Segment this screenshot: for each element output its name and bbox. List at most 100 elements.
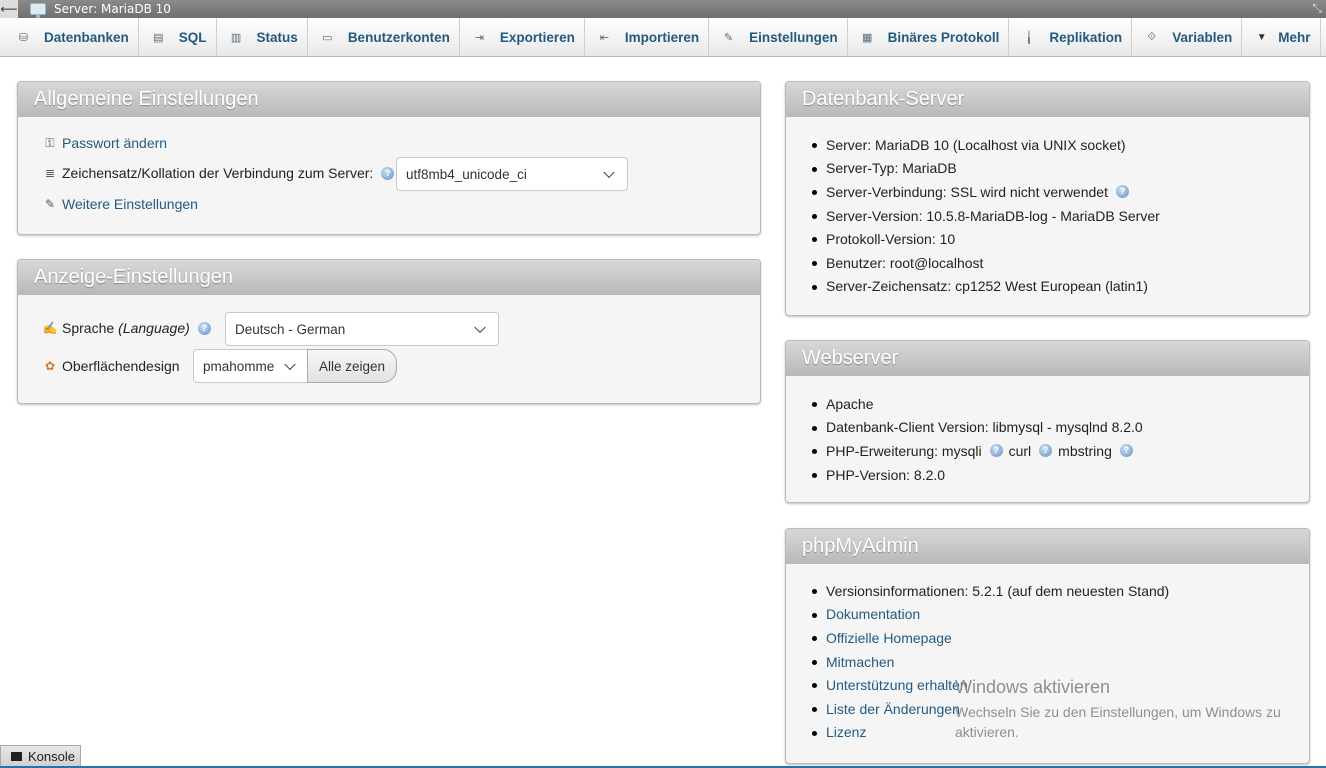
tab-label: Exportieren <box>499 29 575 45</box>
back-arrow-icon[interactable]: ⟵ <box>0 0 18 18</box>
tab-label: Benutzerkonten <box>347 29 450 45</box>
support-link[interactable]: Unterstützung erhalten <box>826 677 968 693</box>
tab-label: Replikation <box>1049 29 1123 45</box>
tab-label: Mehr <box>1278 29 1311 45</box>
list-item: Protokoll-Version: 10 <box>802 227 1302 251</box>
tab-mehr[interactable]: ▼ Mehr <box>1242 18 1321 56</box>
tab-binaeres-protokoll[interactable]: ▦ Binäres Protokoll <box>848 18 1010 56</box>
theme-value: pmahomme <box>203 358 275 374</box>
database-icon: ⛁ <box>18 31 29 44</box>
main-menu: ⛁ Datenbanken ▤ SQL ▥ Status ▭ Benutzerkonte… <box>0 18 1326 57</box>
import-icon: ⇤ <box>599 31 609 44</box>
server-version: Server-Version: 10.5.8-MariaDB-log - Mar… <box>826 207 1160 224</box>
documentation-link[interactable]: Dokumentation <box>826 606 920 622</box>
server-connection: Server-Verbindung: SSL wird nicht verwen… <box>826 183 1108 200</box>
collation-value: utf8mb4_unicode_ci <box>406 166 527 182</box>
protocol-version: Protokoll-Version: 10 <box>826 231 956 248</box>
tab-label: Einstellungen <box>749 29 838 45</box>
list-item: Server: MariaDB 10 (Localhost via UNIX s… <box>802 133 1302 157</box>
show-all-themes-button[interactable]: Alle zeigen <box>307 349 397 383</box>
change-password-row: ⚿ Passwort ändern <box>42 135 167 151</box>
server-name: Server: MariaDB 10 (Localhost via UNIX s… <box>826 136 1126 153</box>
more-settings-row: ✎ Weitere Einstellungen <box>42 196 198 212</box>
ext-curl: curl <box>1008 442 1032 459</box>
license-link[interactable]: Lizenz <box>826 724 866 740</box>
list-item: Server-Version: 10.5.8-MariaDB-log - Mar… <box>802 204 1302 228</box>
tab-status[interactable]: ▥ Status <box>217 18 308 56</box>
tab-sql[interactable]: ▤ SQL <box>139 18 217 56</box>
chevron-down-icon <box>284 358 296 371</box>
help-icon[interactable]: ? <box>1119 444 1133 458</box>
homepage-link[interactable]: Offizielle Homepage <box>826 630 952 646</box>
list-item: Apache <box>802 392 1302 416</box>
tab-einstellungen[interactable]: ✎ Einstellungen <box>709 18 848 56</box>
language-hint: (Language) <box>118 320 190 336</box>
list-item: Server-Verbindung: SSL wird nicht verwen… <box>802 180 1302 204</box>
collation-select[interactable]: utf8mb4_unicode_ci <box>396 157 628 191</box>
server-title[interactable]: Server: MariaDB 10 <box>54 2 171 16</box>
tab-benutzerkonten[interactable]: ▭ Benutzerkonten <box>308 18 460 56</box>
language-select[interactable]: Deutsch - German <box>225 312 499 346</box>
tab-label: Datenbanken <box>44 29 129 45</box>
changelog-link[interactable]: Liste der Änderungen <box>826 701 960 717</box>
theme-row: ✿ Oberflächendesign <box>42 358 180 374</box>
language-label: Sprache <box>62 320 115 336</box>
watermark-title: Windows aktivieren <box>955 677 1111 697</box>
list-item: Dokumentation <box>802 603 1302 627</box>
collation-row: ≣ Zeichensatz/Kollation der Verbindung z… <box>42 165 395 181</box>
tab-datenbanken[interactable]: ⛁ Datenbanken <box>4 18 139 56</box>
tab-importieren[interactable]: ⇤ Importieren <box>585 18 710 56</box>
palette-icon: ✿ <box>44 359 56 373</box>
database-server-panel: Datenbank-Server Server: MariaDB 10 (Loc… <box>785 81 1310 316</box>
tab-replikation[interactable]: ╽ Replikation <box>1009 18 1133 56</box>
user-accounts-icon: ▭ <box>322 31 333 44</box>
tab-variablen[interactable]: ⟐ Variablen <box>1132 18 1243 56</box>
panel-title: Datenbank-Server <box>786 82 1309 117</box>
tab-label: Binäres Protokoll <box>887 29 1000 45</box>
console-icon <box>11 752 22 761</box>
tab-label: Importieren <box>624 29 700 45</box>
tab-label: Variablen <box>1172 29 1233 45</box>
webserver-info-list: Apache Datenbank-Client Version: libmysq… <box>802 392 1302 486</box>
server-icon <box>30 3 46 18</box>
collapse-icon[interactable]: ⤡ <box>1312 1 1322 16</box>
list-item: Offizielle Homepage <box>802 626 1302 650</box>
list-item: Versionsinformationen: 5.2.1 (auf dem ne… <box>802 579 1302 603</box>
webserver-panel: Webserver Apache Datenbank-Client Versio… <box>785 340 1310 503</box>
key-icon: ⚿ <box>45 135 55 150</box>
collation-label: Zeichensatz/Kollation der Verbindung zum… <box>62 165 374 181</box>
panel-title: phpMyAdmin <box>786 529 1309 564</box>
help-icon[interactable]: ? <box>989 444 1003 458</box>
panel-title: Allgemeine Einstellungen <box>18 82 760 117</box>
list-item: Mitmachen <box>802 650 1302 674</box>
current-user: Benutzer: root@localhost <box>826 254 984 271</box>
theme-label: Oberflächendesign <box>62 358 180 374</box>
export-icon: ⇥ <box>474 31 484 44</box>
more-settings-link[interactable]: Weitere Einstellungen <box>62 196 198 212</box>
list-item: Benutzer: root@localhost <box>802 251 1302 275</box>
server-info-list: Server: MariaDB 10 (Localhost via UNIX s… <box>802 133 1302 298</box>
console-label: Konsole <box>28 749 75 764</box>
help-icon[interactable]: ? <box>381 166 395 180</box>
help-icon[interactable]: ? <box>1115 185 1129 199</box>
language-row: ✍ Sprache (Language) ? <box>42 320 211 336</box>
change-password-link[interactable]: Passwort ändern <box>62 135 167 151</box>
help-icon[interactable]: ? <box>197 321 211 335</box>
contribute-link[interactable]: Mitmachen <box>826 654 894 670</box>
status-icon: ▥ <box>230 31 242 44</box>
console-toggle[interactable]: Konsole <box>0 745 81 767</box>
list-icon: ≣ <box>44 166 56 180</box>
server-charset: Server-Zeichensatz: cp1252 West European… <box>826 278 1148 295</box>
windows-activation-watermark: Windows aktivieren Wechseln Sie zu den E… <box>955 677 1305 742</box>
server-type: Server-Typ: MariaDB <box>826 160 957 177</box>
watermark-text: Wechseln Sie zu den Einstellungen, um Wi… <box>955 704 1281 740</box>
theme-select[interactable]: pmahomme <box>193 349 309 383</box>
chevron-down-icon: ▼ <box>1256 31 1267 43</box>
php-extensions: PHP-Erweiterung: mysqli <box>826 442 982 459</box>
list-item: Datenbank-Client Version: libmysql - mys… <box>802 416 1302 440</box>
variables-icon: ⟐ <box>1147 30 1157 43</box>
list-item: PHP-Erweiterung: mysqli ? curl ? mbstrin… <box>802 439 1302 463</box>
list-item: Server-Zeichensatz: cp1252 West European… <box>802 275 1302 299</box>
tab-exportieren[interactable]: ⇥ Exportieren <box>460 18 585 56</box>
help-icon[interactable]: ? <box>1039 444 1053 458</box>
